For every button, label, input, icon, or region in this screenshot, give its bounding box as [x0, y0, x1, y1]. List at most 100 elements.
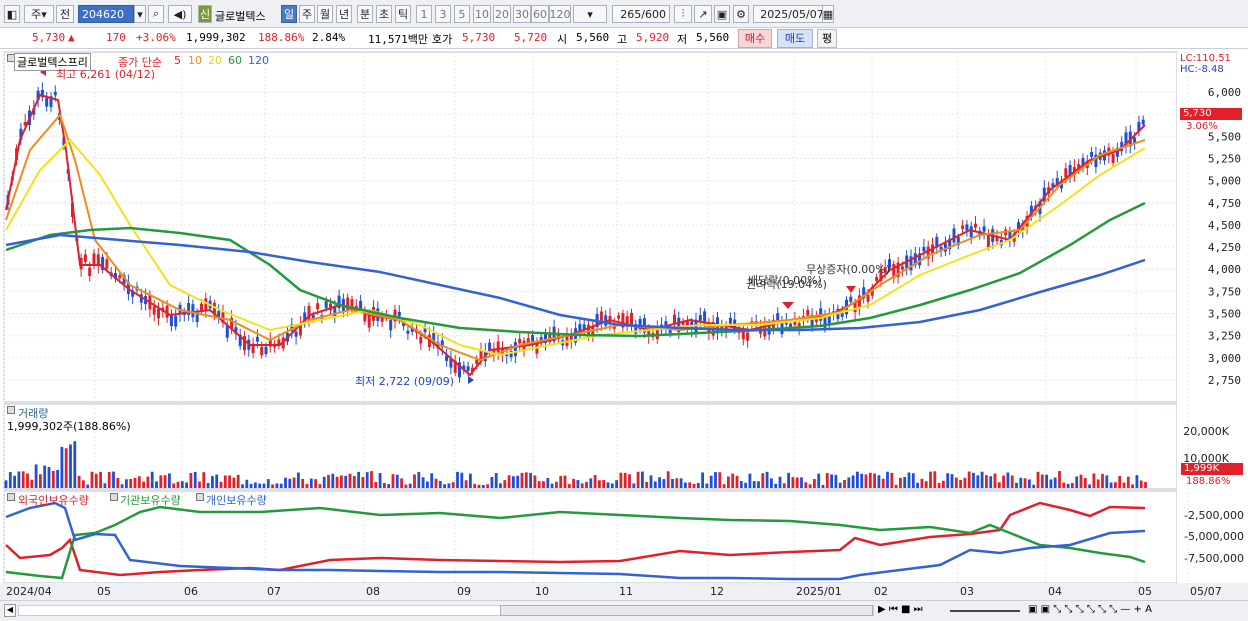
- candle-body: [88, 267, 92, 277]
- volume-bar: [245, 479, 249, 488]
- playback-controls-icon[interactable]: ▶ ⏮ ■ ⏭: [878, 604, 923, 615]
- volume-bar: [1118, 475, 1122, 488]
- volume-bar: [1040, 474, 1044, 488]
- volume-bar: [963, 477, 967, 488]
- zoom-slider[interactable]: [950, 610, 1020, 612]
- volume-bar: [155, 481, 158, 488]
- volume-bar: [692, 483, 696, 488]
- volume-bar: [193, 471, 197, 488]
- volume-bar: [1010, 475, 1014, 488]
- volume-bar: [112, 471, 115, 488]
- volume-bar: [761, 473, 765, 488]
- volume-bar: [1139, 480, 1143, 488]
- volume-bar: [907, 472, 911, 488]
- volume-panel-icon[interactable]: [7, 406, 15, 414]
- volume-bar: [1079, 474, 1083, 488]
- candle-body: [367, 314, 371, 328]
- volume-bar: [481, 484, 485, 488]
- volume-bar: [894, 484, 898, 488]
- volume-bar: [1092, 473, 1096, 488]
- volume-bar: [69, 444, 72, 488]
- volume-bar: [546, 477, 550, 488]
- candle-body: [260, 346, 264, 356]
- volume-current-tag: 1,999K: [1181, 463, 1243, 475]
- volume-bar: [606, 482, 610, 488]
- volume-bar: [709, 475, 713, 488]
- volume-bar: [856, 471, 859, 488]
- volume-bar: [456, 471, 459, 488]
- volume-bar: [516, 475, 520, 488]
- volume-bar: [378, 473, 382, 488]
- volume-bar: [438, 481, 442, 488]
- volume-bar: [241, 484, 244, 488]
- volume-bar: [1105, 475, 1109, 488]
- price-tick: 4,750: [1208, 197, 1241, 210]
- volume-bar: [1019, 477, 1023, 488]
- volume-bar: [8, 471, 12, 488]
- volume-bar: [580, 483, 584, 488]
- volume-bar: [129, 479, 133, 488]
- price-tick: 4,250: [1208, 241, 1241, 254]
- volume-bar: [266, 479, 270, 488]
- holdings-tick: -2,500,000: [1184, 509, 1244, 522]
- volume-bar: [86, 484, 90, 488]
- volume-bar: [662, 479, 666, 488]
- inst-icon[interactable]: [110, 493, 118, 501]
- volume-bar: [223, 475, 227, 488]
- volume-bar: [903, 477, 907, 488]
- price-tick: 4,000: [1208, 263, 1241, 276]
- volume-bar: [937, 483, 941, 488]
- stock-chart[interactable]: 6,0005,7505,5005,2505,0004,7504,5004,250…: [0, 0, 1248, 600]
- candle-body: [1141, 119, 1145, 125]
- volume-bar: [301, 478, 305, 488]
- volume-bar: [1002, 475, 1005, 488]
- volume-bar: [873, 473, 876, 488]
- indiv-icon[interactable]: [196, 493, 204, 501]
- volume-bar: [666, 471, 670, 488]
- x-tick: 03: [960, 585, 974, 598]
- candle-body: [728, 317, 732, 324]
- candle-body: [698, 315, 702, 321]
- current-pct-tag: 3.06%: [1186, 121, 1218, 132]
- holdings-panel-icon[interactable]: [7, 493, 15, 501]
- volume-bar: [808, 484, 812, 488]
- volume-bar: [959, 479, 962, 488]
- volume-bar: [125, 479, 128, 488]
- volume-bar: [976, 475, 980, 488]
- volume-bar: [787, 472, 790, 488]
- x-tick: 04: [1048, 585, 1062, 598]
- candle-body: [152, 306, 156, 315]
- volume-bar: [542, 481, 545, 488]
- volume-bar: [211, 476, 214, 488]
- volume-bar: [610, 483, 614, 488]
- volume-bar: [757, 481, 760, 488]
- volume-bar: [890, 472, 894, 488]
- volume-bar: [34, 464, 38, 488]
- price-tick: 5,250: [1208, 152, 1241, 165]
- volume-bar: [172, 483, 176, 488]
- x-tick: 11: [619, 585, 633, 598]
- volume-bar: [370, 471, 373, 488]
- volume-bar: [150, 471, 154, 488]
- candle-body: [974, 223, 977, 228]
- volume-bar: [408, 483, 412, 488]
- volume-bar: [447, 483, 451, 488]
- candle-body: [475, 359, 479, 364]
- x-tick: 09: [457, 585, 471, 598]
- volume-value-label: 1,999,302주(188.86%): [7, 420, 131, 433]
- scroll-thumb[interactable]: [500, 605, 873, 616]
- candle-body: [806, 309, 810, 316]
- view-tools-icon[interactable]: ▣ ▣ ⤡ ⤡ ⤡ ⤡ ⤡ ⤡ — + A: [1028, 604, 1152, 615]
- price-tick: 5,500: [1208, 130, 1241, 143]
- x-tick: 05/07: [1190, 585, 1222, 598]
- volume-bar: [1066, 483, 1070, 488]
- candle-body: [324, 301, 328, 309]
- volume-bar: [821, 484, 825, 488]
- volume-bar: [993, 473, 997, 488]
- candle-body: [105, 259, 109, 269]
- volume-bar: [451, 482, 455, 488]
- volume-bar: [843, 479, 846, 488]
- scroll-left-icon[interactable]: ◀: [4, 604, 16, 617]
- volume-bar: [684, 482, 687, 488]
- volume-bar: [817, 473, 821, 488]
